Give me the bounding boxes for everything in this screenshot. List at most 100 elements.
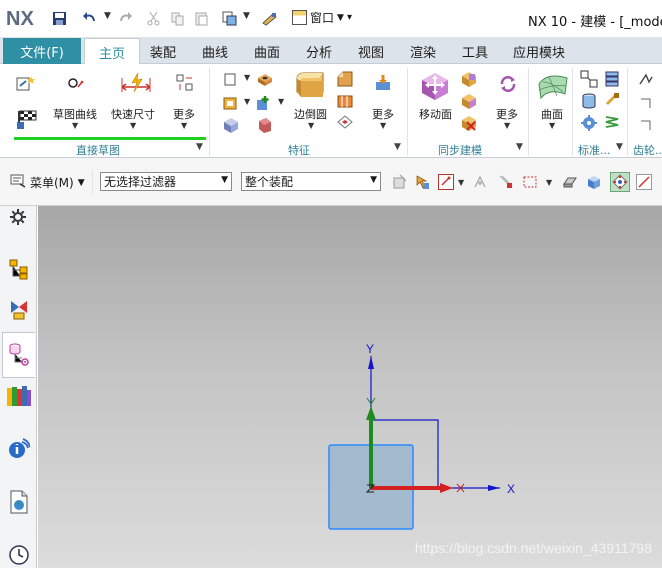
reuse-library-icon[interactable] [6, 384, 31, 406]
cut-icon[interactable] [144, 9, 162, 27]
repeat-dropdown-icon[interactable]: ▼ [243, 11, 250, 21]
snap-point-dropdown-icon[interactable]: ▼ [458, 178, 464, 187]
sketch-curve-label[interactable]: 草图曲线 [53, 106, 97, 122]
draft-icon[interactable] [256, 116, 274, 134]
part-navigator-icon[interactable] [8, 342, 30, 366]
offset-region-icon[interactable] [460, 92, 478, 110]
move-face-icon[interactable] [419, 70, 449, 100]
tab-file[interactable]: 文件(F) [3, 38, 81, 64]
tab-assemblies[interactable]: 装配 [140, 38, 186, 64]
rectangle-select-icon[interactable] [522, 174, 538, 190]
hd3d-icon[interactable] [8, 438, 31, 460]
feature-more-dropdown-icon[interactable]: ▼ [380, 121, 386, 130]
edge-blend-label[interactable]: 边倒圆 [294, 106, 327, 122]
line-snap-icon[interactable] [636, 174, 652, 190]
customize-quick-access-icon[interactable]: ▾ [347, 12, 352, 23]
trim-body-icon[interactable] [336, 92, 354, 110]
undo-dropdown-icon[interactable]: ▼ [104, 11, 111, 21]
constraint-navigator-icon[interactable] [8, 298, 30, 320]
tab-analysis[interactable]: 分析 [296, 38, 342, 64]
touch-mode-icon[interactable] [260, 9, 278, 27]
feature-more-label[interactable]: 更多 [372, 106, 394, 122]
group-feature-options-icon[interactable]: ▼ [394, 142, 401, 152]
rapid-dimension-label[interactable]: 快速尺寸 [111, 106, 155, 122]
unite-dropdown-icon[interactable]: ▼ [278, 97, 284, 106]
scene-canvas[interactable]: Y X [38, 206, 662, 568]
feature-more-icon[interactable] [374, 74, 392, 92]
web-browser-icon[interactable] [8, 490, 30, 514]
chamfer-icon[interactable] [336, 70, 354, 88]
redo-icon[interactable] [116, 9, 134, 27]
sync-more-icon[interactable] [498, 74, 516, 92]
general-selection-icon[interactable] [392, 174, 408, 190]
surface-label[interactable]: 曲面 [541, 106, 563, 122]
surface-icon[interactable] [537, 70, 568, 100]
sketch-curve-dropdown-icon[interactable]: ▼ [72, 121, 78, 130]
sync-more-dropdown-icon[interactable]: ▼ [504, 121, 510, 130]
database-icon[interactable] [580, 92, 598, 110]
edge-blend-dropdown-icon[interactable]: ▼ [308, 121, 314, 130]
sync-more-label[interactable]: 更多 [496, 106, 518, 122]
sketch-more-dropdown-icon[interactable]: ▼ [181, 121, 187, 130]
repeat-command-icon[interactable] [220, 9, 238, 27]
shell-icon[interactable] [222, 116, 240, 134]
delete-face-icon[interactable] [460, 114, 478, 132]
bolt-icon[interactable] [604, 92, 622, 110]
gear-option-b-icon[interactable] [638, 118, 656, 136]
rapid-dimension-dropdown-icon[interactable]: ▼ [130, 121, 136, 130]
hole-icon[interactable] [256, 70, 274, 88]
undo-icon[interactable] [80, 9, 98, 27]
unite-icon[interactable] [256, 94, 274, 112]
datum-plane-icon[interactable] [222, 70, 240, 88]
tab-home[interactable]: 主页 [84, 38, 140, 65]
solid-body-icon[interactable] [586, 174, 602, 190]
tab-render[interactable]: 渲染 [400, 38, 446, 64]
select-all-icon[interactable] [498, 174, 514, 190]
tab-surface[interactable]: 曲面 [244, 38, 290, 64]
save-icon[interactable] [50, 9, 68, 27]
pattern-feature-icon[interactable] [336, 114, 354, 132]
edge-blend-icon[interactable] [294, 70, 324, 100]
tab-tools[interactable]: 工具 [452, 38, 498, 64]
spring-icon[interactable] [604, 114, 622, 132]
rectangle-select-dropdown-icon[interactable]: ▼ [546, 178, 552, 187]
finish-sketch-icon[interactable] [16, 108, 37, 129]
group-standard-options-icon[interactable]: ▼ [616, 142, 623, 152]
pull-face-icon[interactable] [460, 70, 478, 88]
sketch-curve-icon[interactable] [66, 74, 84, 92]
assembly-constraint-icon[interactable] [580, 70, 598, 88]
extrude-dropdown-icon[interactable]: ▼ [244, 97, 250, 106]
group-direct-sketch-options-icon[interactable]: ▼ [196, 142, 203, 152]
snap-mode-icon[interactable] [610, 172, 630, 192]
settings-icon[interactable] [9, 208, 31, 230]
sketch-icon[interactable] [16, 74, 35, 92]
copy-icon[interactable] [168, 9, 186, 27]
datum-dropdown-icon[interactable]: ▼ [244, 73, 250, 82]
gear-part-icon[interactable] [580, 114, 598, 132]
surface-dropdown-icon[interactable]: ▼ [549, 121, 555, 130]
gear-modeling-icon[interactable] [638, 72, 656, 90]
window-menu[interactable]: 窗口 ▼ ▾ [292, 9, 352, 26]
tab-application[interactable]: 应用模块 [506, 38, 572, 64]
menu-button[interactable]: 菜单(M) ▼ [10, 174, 85, 191]
move-face-label[interactable]: 移动面 [419, 106, 452, 122]
gear-option-a-icon[interactable] [638, 96, 656, 114]
snap-filter-icon[interactable] [472, 174, 488, 190]
sketch-more-label[interactable]: 更多 [173, 106, 195, 122]
tab-view[interactable]: 视图 [348, 38, 394, 64]
graphics-window[interactable]: Y X https://blog.csdn.net/weixin_4391179… [38, 206, 662, 568]
tab-curve[interactable]: 曲线 [192, 38, 238, 64]
feature-selection-icon[interactable] [414, 174, 430, 190]
extrude-icon[interactable] [222, 94, 240, 112]
stack-icon[interactable] [604, 70, 622, 88]
type-filter-select[interactable]: 无选择过滤器 ▼ [100, 172, 232, 191]
history-icon[interactable] [8, 544, 30, 566]
rapid-dimension-icon[interactable] [120, 72, 151, 93]
selection-scope-select[interactable]: 整个装配 ▼ [241, 172, 381, 191]
paste-icon[interactable] [192, 9, 210, 27]
snap-point-icon[interactable] [438, 174, 454, 190]
show-hide-icon[interactable] [562, 174, 578, 190]
assembly-navigator-icon[interactable] [8, 258, 30, 280]
sketch-more-icon[interactable] [176, 74, 194, 92]
group-sync-modeling-options-icon[interactable]: ▼ [516, 142, 523, 152]
